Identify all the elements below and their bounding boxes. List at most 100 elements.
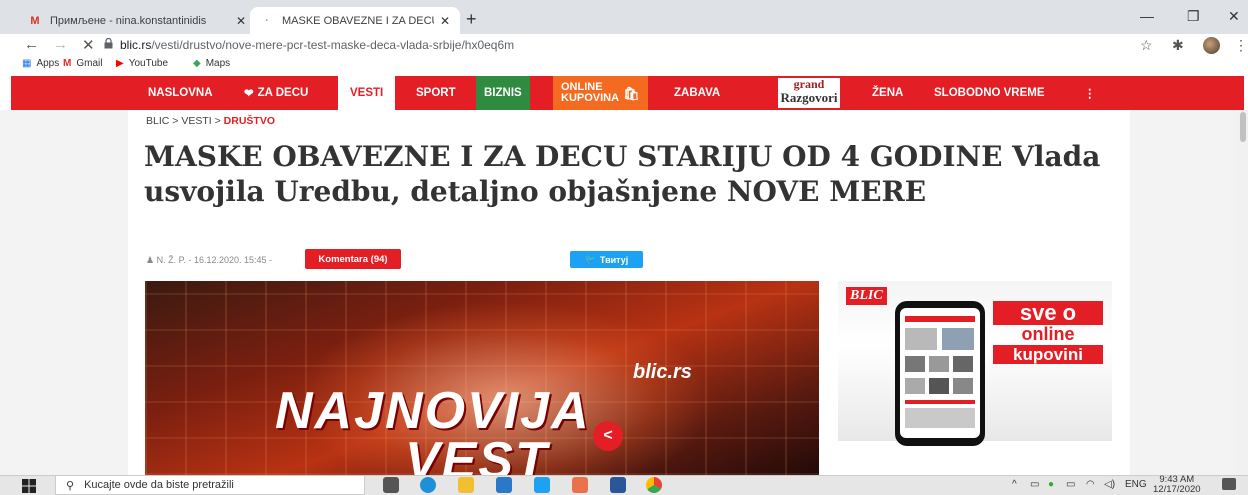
nav-online-kupovina[interactable]: ONLINE KUPOVINA 🛍	[553, 76, 648, 110]
hero-image[interactable]: blic.rs NAJNOVIJA VEST <	[145, 281, 819, 475]
blic-logo: BLIC	[846, 287, 887, 305]
publish-date: 16.12.2020. 15:45	[193, 255, 267, 265]
breadcrumb-separator: >	[172, 115, 179, 127]
article-headline: MASKE OBAVEZNE I ZA DECU STARIJU OD 4 GO…	[144, 140, 1101, 208]
breadcrumb-root[interactable]: BLIC	[146, 115, 169, 127]
window-close-button[interactable]: ✕	[1228, 8, 1240, 25]
screen-thumb	[905, 328, 937, 350]
windows-start-icon[interactable]	[22, 479, 36, 493]
comments-button[interactable]: Komentara (94)	[305, 249, 401, 269]
url-host: blic.rs	[120, 38, 152, 52]
menu-icon[interactable]: ⋮	[1234, 37, 1248, 54]
avatar[interactable]	[1203, 37, 1220, 54]
youtube-icon: ▶	[116, 58, 124, 69]
nav-zena[interactable]: ŽENA	[866, 76, 909, 110]
app-icon[interactable]	[572, 477, 588, 493]
nav-more-icon[interactable]: ⋮	[1078, 76, 1102, 110]
search-placeholder: Kucajte ovde da biste pretražili	[84, 479, 234, 491]
apps-grid-icon: ▦	[22, 58, 32, 69]
task-view-icon[interactable]	[383, 477, 399, 493]
share-icon[interactable]: <	[593, 421, 623, 451]
right-gutter	[1130, 110, 1236, 475]
tweet-button[interactable]: 🐦 Твитуј	[570, 251, 643, 268]
grand-razgovori-logo[interactable]: grand Razgovori	[778, 78, 840, 108]
bookmark-youtube[interactable]: ▶ YouTube	[116, 58, 168, 69]
grand-text: grand	[793, 77, 825, 91]
nav-za-decu[interactable]: ❤ ZA DECU	[238, 76, 314, 110]
tray-expand-icon[interactable]: ^	[1012, 479, 1017, 490]
tab-gmail[interactable]: M Примљене - nina.konstantinidis ✕	[18, 7, 256, 34]
edge-icon[interactable]	[420, 477, 436, 493]
screen-thumb	[953, 378, 973, 394]
volume-icon[interactable]: ◁)	[1104, 479, 1115, 490]
stop-button[interactable]: ✕	[82, 36, 95, 54]
battery-icon[interactable]: ▭	[1066, 479, 1075, 490]
nav-biznis[interactable]: BIZNIS	[476, 76, 530, 110]
forward-button[interactable]: →	[53, 36, 68, 53]
close-icon[interactable]: ✕	[440, 14, 450, 28]
clock-date: 12/17/2020	[1153, 484, 1201, 495]
taskbar-search[interactable]: ⚲ Kucajte ovde da biste pretražili	[55, 475, 365, 495]
search-icon: ⚲	[66, 479, 75, 492]
bookmark-maps[interactable]: ◆ Maps	[193, 58, 230, 69]
screen-thumb	[953, 356, 973, 372]
store-icon[interactable]	[534, 477, 550, 493]
author-name: N. Ž. P.	[156, 255, 186, 265]
tab-label: Примљене - nina.konstantinidis	[50, 14, 207, 27]
breadcrumb-section[interactable]: VESTI	[181, 115, 211, 127]
extensions-icon[interactable]: ✱	[1172, 37, 1184, 54]
address-bar[interactable]: blic.rs/vesti/drustvo/nove-mere-pcr-test…	[120, 38, 514, 52]
tray-app-icon[interactable]: ▭	[1030, 479, 1039, 490]
bookmark-label: Gmail	[76, 58, 103, 69]
nav-sport[interactable]: SPORT	[410, 76, 462, 110]
tray-status-icon[interactable]: ●	[1048, 479, 1054, 490]
nav-vesti[interactable]: VESTI	[338, 76, 396, 110]
nav-zabava[interactable]: ZABAVA	[668, 76, 726, 110]
screen-thumb	[905, 378, 925, 394]
screen-bar	[905, 400, 975, 404]
restore-button[interactable]: ❐	[1187, 8, 1200, 25]
maps-icon: ◆	[193, 58, 201, 69]
screen-thumb	[929, 378, 949, 394]
screen-bar	[905, 316, 975, 322]
razgovori-text: Razgovori	[780, 90, 838, 105]
screen-thumb	[942, 328, 974, 350]
network-icon[interactable]: ◠	[1086, 479, 1095, 490]
star-icon[interactable]: ☆	[1140, 37, 1153, 54]
breadcrumb-current[interactable]: DRUŠTVO	[224, 115, 275, 127]
tab-blic-article[interactable]: · MASKE OBAVEZNE I ZA DECU ST ✕	[250, 7, 460, 34]
screen-thumb	[929, 356, 949, 372]
chrome-icon[interactable]	[646, 477, 662, 493]
nav-slobodno-vreme[interactable]: SLOBODNO VREME	[928, 76, 1051, 110]
scrollbar-thumb[interactable]	[1240, 112, 1246, 142]
minimize-button[interactable]: —	[1140, 8, 1154, 24]
nav-naslovna[interactable]: NASLOVNA	[142, 76, 219, 110]
mail-icon[interactable]	[496, 477, 512, 493]
nav-online-labels: ONLINE KUPOVINA	[561, 82, 619, 104]
breadcrumb: BLIC > VESTI > DRUŠTVO	[146, 115, 275, 127]
bookmark-apps[interactable]: ▦ Apps	[22, 58, 59, 69]
bookmark-label: Apps	[36, 58, 60, 69]
tweet-label: Твитуј	[599, 254, 629, 265]
taskbar-clock[interactable]: 9:43 AM 12/17/2020	[1153, 475, 1201, 495]
page-scrollbar[interactable]	[1236, 110, 1248, 475]
language-indicator[interactable]: ENG	[1125, 479, 1147, 490]
meta-separator: -	[269, 255, 273, 265]
gmail-icon: M	[63, 58, 72, 69]
hero-site-text: blic.rs	[633, 361, 692, 383]
word-icon[interactable]	[610, 477, 626, 493]
new-tab-button[interactable]: +	[466, 9, 477, 30]
bookmark-label: Maps	[205, 58, 231, 69]
lock-icon	[104, 38, 113, 49]
back-button[interactable]: ←	[24, 36, 39, 53]
bookmark-gmail[interactable]: M Gmail	[63, 58, 102, 69]
nav-label: ZA DECU	[257, 87, 309, 99]
notifications-icon[interactable]	[1222, 478, 1236, 490]
gmail-icon: M	[30, 14, 40, 27]
file-explorer-icon[interactable]	[458, 477, 474, 493]
shopping-bag-icon: 🛍	[623, 85, 640, 101]
online-shopping-ad[interactable]: BLIC sve o online kupovini	[838, 281, 1112, 446]
close-icon[interactable]: ✕	[236, 14, 246, 28]
breadcrumb-separator: >	[214, 115, 221, 127]
author-icon: ♟	[146, 255, 155, 265]
